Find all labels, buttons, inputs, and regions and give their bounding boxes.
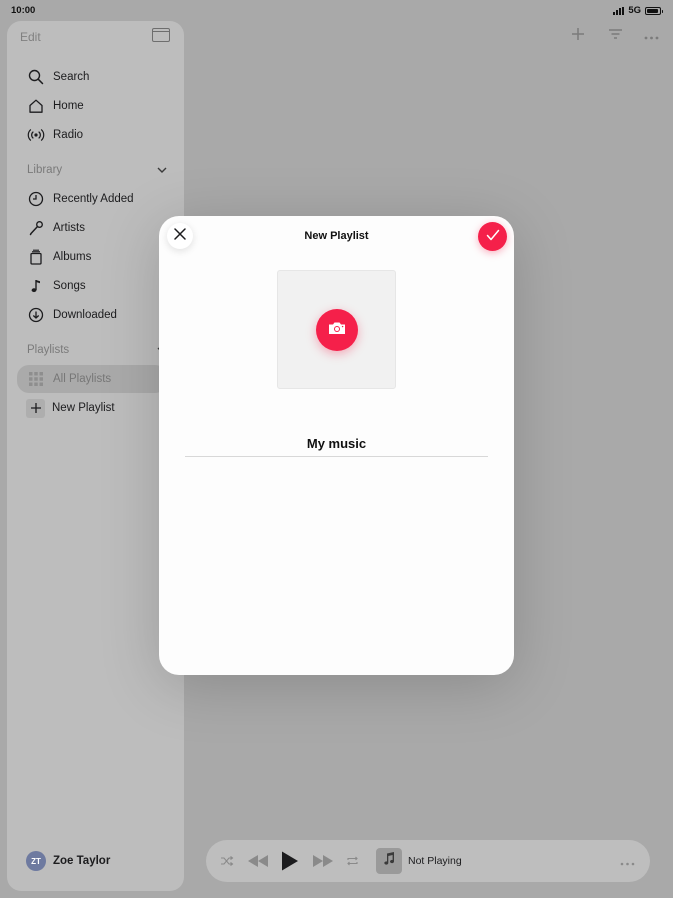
signal-icon: [613, 6, 625, 15]
new-playlist-dialog: New Playlist: [159, 216, 514, 675]
mini-player: Not Playing: [206, 840, 650, 882]
sidebar-item-label: Downloaded: [53, 309, 117, 321]
avatar: ZT: [26, 851, 46, 871]
sidebar-item-radio[interactable]: Radio: [17, 121, 167, 149]
status-time: 10:00: [11, 5, 36, 16]
playlists-section-header[interactable]: Playlists: [27, 344, 167, 356]
library-section-header[interactable]: Library: [27, 164, 167, 176]
plus-icon: [26, 398, 45, 418]
now-playing-title: Not Playing: [408, 855, 462, 867]
checkmark-icon: [486, 228, 500, 246]
sidebar-item-home[interactable]: Home: [17, 92, 167, 120]
home-icon: [26, 96, 46, 116]
repeat-button[interactable]: [346, 854, 359, 872]
ellipsis-icon: [644, 27, 659, 45]
repeat-icon: [346, 854, 359, 872]
status-bar: 10:00 5G: [0, 0, 673, 20]
sidebar-item-label: Albums: [53, 251, 92, 263]
clock-icon: [26, 189, 46, 209]
more-button[interactable]: [640, 25, 662, 47]
sidebar-item-label: Search: [53, 71, 90, 83]
sidebar: Edit Search Home Radio Library Recently …: [7, 21, 184, 891]
next-button[interactable]: [312, 854, 334, 872]
status-indicators: 5G: [613, 5, 663, 16]
play-button[interactable]: [281, 851, 299, 876]
sidebar-item-new-playlist[interactable]: New Playlist: [17, 394, 167, 422]
music-note-icon: [26, 276, 46, 296]
chevron-down-icon: [157, 164, 167, 176]
profile-name: Zoe Taylor: [53, 855, 111, 867]
sidebar-item-recently-added[interactable]: Recently Added: [17, 185, 167, 213]
sidebar-item-label: Radio: [53, 129, 84, 141]
download-icon: [26, 305, 46, 325]
sort-lines-icon: [608, 27, 623, 45]
edit-button[interactable]: Edit: [20, 30, 41, 44]
sidebar-item-label: Recently Added: [53, 193, 134, 205]
album-stack-icon: [26, 247, 46, 267]
network-label: 5G: [628, 5, 641, 16]
sidebar-item-label: New Playlist: [52, 402, 115, 414]
playlist-name-input[interactable]: [185, 431, 488, 457]
plus-icon: [571, 27, 585, 46]
done-button[interactable]: [478, 222, 507, 251]
add-button[interactable]: [567, 25, 589, 47]
backward-icon: [247, 854, 269, 872]
radio-icon: [26, 125, 46, 145]
shuffle-icon: [220, 854, 234, 872]
ellipsis-icon: [620, 853, 635, 870]
player-more-button[interactable]: [620, 853, 635, 871]
dialog-title: New Playlist: [304, 230, 369, 242]
sort-button[interactable]: [604, 25, 626, 47]
camera-icon: [328, 321, 346, 340]
profile-button[interactable]: ZT Zoe Taylor: [26, 851, 110, 871]
add-photo-button[interactable]: [316, 309, 358, 351]
sidebar-item-label: Artists: [53, 222, 85, 234]
sidebar-item-label: Songs: [53, 280, 86, 292]
screen: 10:00 5G Edit Search Home Radio Library …: [0, 0, 673, 898]
sidebar-item-songs[interactable]: Songs: [17, 272, 167, 300]
previous-button[interactable]: [247, 854, 269, 872]
playlist-artwork: [277, 270, 396, 389]
playlists-header-label: Playlists: [27, 344, 70, 356]
sidebar-item-downloaded[interactable]: Downloaded: [17, 301, 167, 329]
shuffle-button[interactable]: [220, 854, 234, 872]
sidebar-item-search[interactable]: Search: [17, 63, 167, 91]
sidebar-toggle-icon[interactable]: [152, 28, 170, 42]
forward-icon: [312, 854, 334, 872]
microphone-icon: [26, 218, 46, 238]
battery-level: [647, 8, 658, 13]
sidebar-item-label: All Playlists: [53, 373, 112, 385]
sidebar-item-all-playlists[interactable]: All Playlists: [17, 365, 167, 393]
library-header-label: Library: [27, 164, 63, 176]
battery-icon: [645, 6, 663, 15]
grid-icon: [26, 369, 46, 389]
music-note-icon: [383, 851, 395, 871]
play-icon: [281, 851, 299, 876]
search-icon: [26, 67, 46, 87]
sidebar-item-label: Home: [53, 100, 84, 112]
now-playing-artwork[interactable]: [376, 848, 402, 874]
sidebar-item-albums[interactable]: Albums: [17, 243, 167, 271]
sidebar-item-artists[interactable]: Artists: [17, 214, 167, 242]
